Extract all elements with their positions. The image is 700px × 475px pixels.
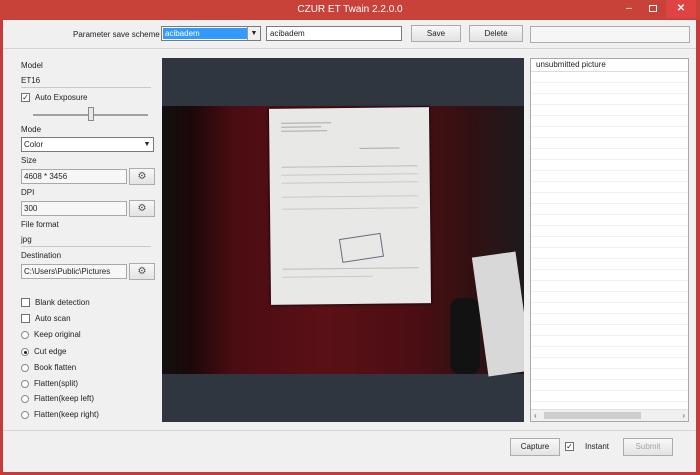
radio-cut-edge[interactable]: Cut edge <box>21 347 66 356</box>
instant-checkbox[interactable]: ✓ Instant <box>565 442 609 451</box>
scroll-right-icon[interactable]: › <box>682 410 685 421</box>
destination-gear-icon[interactable]: ⚙ <box>129 263 155 280</box>
main-window: Parameter save scheme acibadem ▼ acibade… <box>3 20 696 472</box>
radio-label: Book flatten <box>34 363 77 372</box>
radio-icon[interactable] <box>21 330 29 339</box>
horizontal-scrollbar[interactable]: ‹ › <box>531 409 688 421</box>
save-button[interactable]: Save <box>411 25 461 42</box>
format-value: jpg <box>21 234 151 247</box>
checkbox-icon[interactable]: ✓ <box>21 93 30 102</box>
mode-value: Color <box>24 140 44 149</box>
auto-exposure-checkbox[interactable]: ✓ Auto Exposure <box>21 93 87 102</box>
capture-button[interactable]: Capture <box>510 438 560 456</box>
radio-flatten-keep-right[interactable]: Flatten(keep right) <box>21 410 99 419</box>
divider <box>3 430 696 431</box>
scheme-name-input[interactable]: acibadem <box>266 26 402 41</box>
size-field[interactable]: 4608 * 3456 <box>21 169 127 184</box>
divider <box>3 48 696 49</box>
checkbox-icon[interactable]: ✓ <box>565 442 574 451</box>
scroll-left-icon[interactable]: ‹ <box>534 410 537 421</box>
radio-book-flatten[interactable]: Book flatten <box>21 363 76 372</box>
radio-icon[interactable] <box>21 379 29 388</box>
model-label: Model <box>21 61 43 70</box>
exposure-slider-thumb[interactable] <box>88 107 94 121</box>
delete-button[interactable]: Delete <box>469 25 523 42</box>
dpi-field[interactable]: 300 <box>21 201 127 216</box>
dpi-label: DPI <box>21 188 35 197</box>
maximize-button[interactable] <box>643 0 663 18</box>
size-gear-icon[interactable]: ⚙ <box>129 168 155 185</box>
radio-flatten-keep-left[interactable]: Flatten(keep left) <box>21 394 94 403</box>
radio-icon[interactable] <box>21 394 29 403</box>
stamp-mark <box>338 232 384 263</box>
maximize-icon <box>649 5 657 12</box>
auto-scan-label: Auto scan <box>35 314 71 323</box>
radio-label: Flatten(split) <box>34 379 79 388</box>
title-bar: CZUR ET Twain 2.2.0.0 ‒ ✕ <box>0 0 700 20</box>
checkbox-icon[interactable] <box>21 314 30 323</box>
instant-label: Instant <box>585 442 610 451</box>
close-button[interactable]: ✕ <box>666 0 696 18</box>
scanned-document <box>268 107 432 305</box>
submit-button[interactable]: Submit <box>623 438 673 456</box>
scheme-selected: acibadem <box>163 28 247 39</box>
dpi-gear-icon[interactable]: ⚙ <box>129 200 155 217</box>
checkbox-icon[interactable] <box>21 298 30 307</box>
status-box <box>530 26 690 43</box>
model-value: ET16 <box>21 75 151 88</box>
radio-label: Keep original <box>34 330 81 339</box>
blank-detection-label: Blank detection <box>35 298 90 307</box>
auto-exposure-label: Auto Exposure <box>35 93 88 102</box>
radio-keep-original[interactable]: Keep original <box>21 330 81 339</box>
scheme-dropdown[interactable]: acibadem ▼ <box>161 26 261 41</box>
unsubmitted-list[interactable]: unsubmitted picture ‹ › <box>530 58 689 422</box>
camera-preview <box>162 58 524 422</box>
radio-label: Cut edge <box>34 347 67 356</box>
scrollbar-thumb[interactable] <box>544 412 641 419</box>
chevron-down-icon[interactable]: ▼ <box>247 27 260 40</box>
mode-label: Mode <box>21 125 42 134</box>
radio-flatten-split[interactable]: Flatten(split) <box>21 379 78 388</box>
blank-detection-checkbox[interactable]: Blank detection <box>21 298 90 307</box>
list-header: unsubmitted picture <box>531 59 688 72</box>
auto-scan-checkbox[interactable]: Auto scan <box>21 314 71 323</box>
minimize-button[interactable]: ‒ <box>618 0 640 18</box>
chevron-down-icon[interactable]: ▼ <box>141 138 153 151</box>
radio-label: Flatten(keep left) <box>34 394 95 403</box>
destination-field[interactable]: C:\Users\Public\Pictures <box>21 264 127 279</box>
radio-label: Flatten(keep right) <box>34 410 99 419</box>
hand-shape <box>450 298 480 374</box>
preview-image <box>162 106 524 377</box>
size-label: Size <box>21 156 37 165</box>
radio-selected-icon[interactable] <box>21 347 29 356</box>
format-label: File format <box>21 220 59 229</box>
radio-icon[interactable] <box>21 363 29 372</box>
scheme-label: Parameter save scheme <box>73 30 160 39</box>
window-title: CZUR ET Twain 2.2.0.0 <box>297 4 403 15</box>
destination-label: Destination <box>21 251 62 260</box>
mode-dropdown[interactable]: Color ▼ <box>21 137 154 152</box>
radio-icon[interactable] <box>21 410 29 419</box>
